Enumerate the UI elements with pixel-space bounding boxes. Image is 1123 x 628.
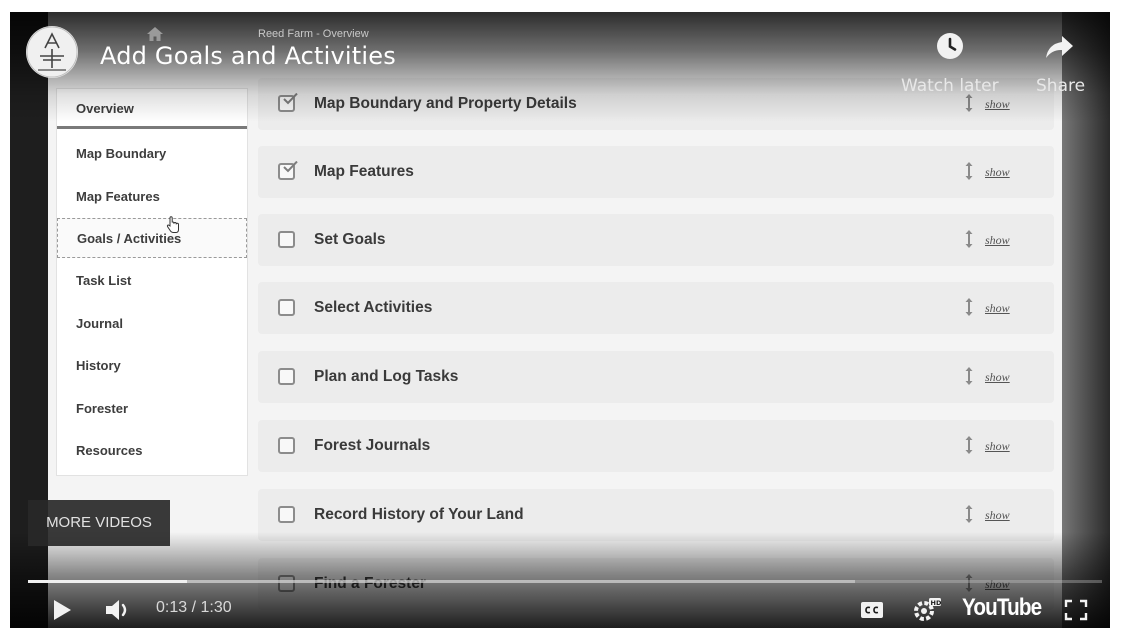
show-link[interactable]: show [985,489,1010,541]
sidebar-item-journal[interactable]: Journal [57,304,247,344]
checklist-row[interactable]: Set Goals show [258,214,1054,266]
app-screen: Overview Map Boundary Map Features Goals… [48,12,1072,628]
share-icon [1046,36,1073,58]
more-videos-button[interactable]: MORE VIDEOS [28,500,170,546]
sort-arrows-icon[interactable] [964,161,974,181]
row-checkbox[interactable] [278,506,295,523]
sidebar: Overview Map Boundary Map Features Goals… [56,88,248,476]
youtube-logo[interactable]: YouTube [962,594,1042,622]
progress-played [28,580,187,583]
show-link[interactable]: show [985,420,1010,472]
video-title[interactable]: Add Goals and Activities [100,42,396,70]
checklist-row[interactable]: Forest Journals show [258,420,1054,472]
row-title: Map Boundary and Property Details [314,95,577,112]
row-title: Forest Journals [314,437,431,454]
checklist-row[interactable]: Select Activities show [258,282,1054,334]
sort-arrows-icon[interactable] [964,229,974,249]
row-checkbox[interactable] [278,437,295,454]
sort-arrows-icon[interactable] [964,297,974,317]
progress-bar[interactable] [28,580,1102,583]
row-checkbox[interactable] [278,93,298,112]
sidebar-item-forester[interactable]: Forester [57,389,247,429]
sidebar-item-goals-activities[interactable]: Goals / Activities [57,216,247,258]
row-checkbox[interactable] [278,161,298,180]
sidebar-item-label: Forester [76,401,129,416]
sidebar-item-label: Resources [76,443,143,458]
show-link[interactable]: show [985,282,1010,334]
checklist-row[interactable]: Record History of Your Land show [258,489,1054,541]
breadcrumb: Reed Farm - Overview [258,28,369,40]
player-controls: 0:13 / 1:30 HD YouTube [10,590,1110,628]
time-display: 0:13 / 1:30 [156,599,232,616]
sidebar-item-label: Journal [76,316,123,331]
channel-logo-icon [26,26,78,78]
check-icon [283,93,298,105]
row-title: Set Goals [314,231,386,248]
checklist-row[interactable]: Map Features show [258,146,1054,198]
sidebar-item-label: Map Boundary [76,146,167,161]
row-title: Plan and Log Tasks [314,368,459,385]
row-checkbox[interactable] [278,368,295,385]
sort-arrows-icon[interactable] [964,435,974,455]
svg-text:HD: HD [931,599,942,607]
sidebar-item-task-list[interactable]: Task List [57,261,247,301]
video-edge-right [1062,12,1110,628]
sidebar-item-overview[interactable]: Overview [57,89,247,129]
sidebar-item-label: Task List [76,273,132,288]
captions-icon[interactable] [860,601,884,619]
channel-logo[interactable] [26,26,78,78]
row-checkbox[interactable] [278,299,295,316]
video-player[interactable]: Overview Map Boundary Map Features Goals… [10,12,1110,628]
sidebar-item-map-boundary[interactable]: Map Boundary [57,134,247,174]
share-button[interactable]: Share [1030,32,1100,102]
sidebar-item-resources[interactable]: Resources [57,431,247,471]
clock-icon [937,33,963,59]
watch-later-button[interactable]: Watch later [896,32,1006,102]
hand-cursor-icon [166,216,179,233]
show-link[interactable]: show [985,351,1010,403]
sort-arrows-icon[interactable] [964,366,974,386]
sidebar-item-label: Overview [76,101,134,116]
sidebar-item-map-features[interactable]: Map Features [57,177,247,217]
sidebar-item-history[interactable]: History [57,346,247,386]
check-icon [283,161,298,173]
show-link[interactable]: show [985,214,1010,266]
row-title: Map Features [314,163,414,180]
sidebar-item-label: Map Features [76,189,160,204]
home-icon[interactable] [146,26,164,42]
volume-icon[interactable] [104,597,134,623]
row-title: Record History of Your Land [314,506,524,523]
show-link[interactable]: show [985,146,1010,198]
share-label: Share [1036,76,1086,96]
watch-later-label: Watch later [901,76,999,96]
checklist-row[interactable]: Plan and Log Tasks show [258,351,1054,403]
sidebar-item-label: History [76,358,121,373]
settings-hd-icon[interactable]: HD [912,596,942,624]
play-icon[interactable] [52,599,72,621]
fullscreen-icon[interactable] [1064,599,1088,621]
sort-arrows-icon[interactable] [964,504,974,524]
row-checkbox[interactable] [278,231,295,248]
row-title: Select Activities [314,299,433,316]
